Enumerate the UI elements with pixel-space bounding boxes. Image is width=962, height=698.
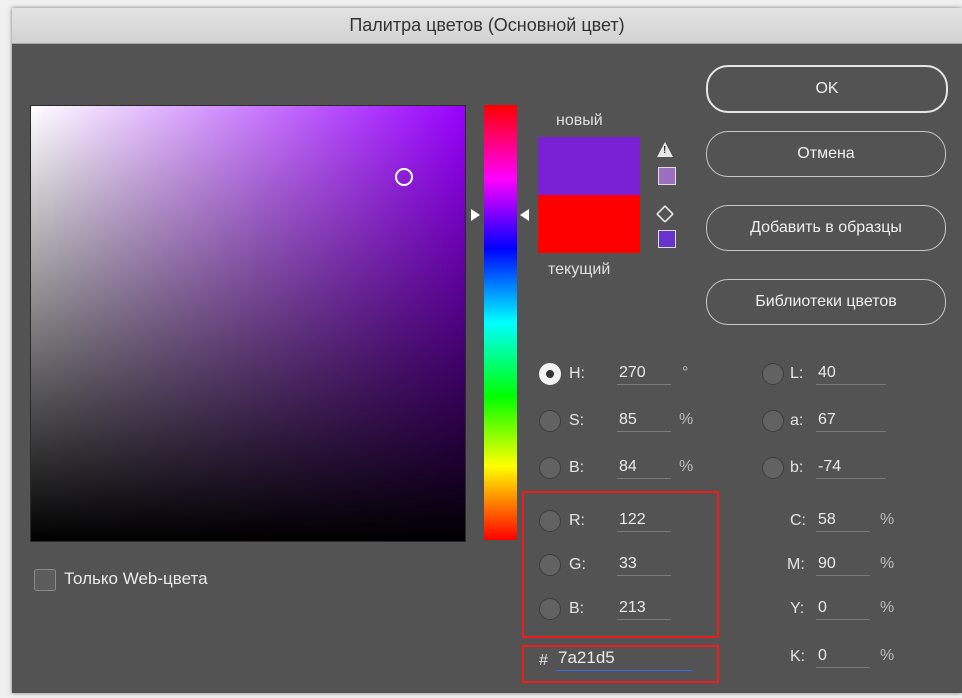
web-colors-only-checkbox[interactable]	[34, 569, 56, 591]
input-lab-b[interactable]	[816, 458, 886, 479]
color-field[interactable]	[30, 105, 466, 542]
label-s: S:	[569, 412, 585, 429]
unit-h: °	[682, 364, 689, 381]
window-title: Палитра цветов (Основной цвет)	[12, 8, 962, 44]
radio-b[interactable]	[539, 457, 561, 479]
radio-s[interactable]	[539, 410, 561, 432]
rgb-highlight-box	[522, 491, 719, 638]
label-y: Y:	[790, 600, 805, 617]
label-m: M:	[787, 556, 805, 573]
add-to-swatches-button[interactable]: Добавить в образцы	[706, 205, 946, 251]
input-s[interactable]	[617, 411, 671, 432]
current-color-swatch[interactable]	[538, 195, 640, 253]
radio-a[interactable]	[762, 410, 784, 432]
color-libraries-button[interactable]: Библиотеки цветов	[706, 279, 946, 325]
label-b: B:	[569, 459, 585, 476]
web-safe-swatch[interactable]	[658, 230, 676, 248]
hue-slider-left-arrow[interactable]	[471, 209, 480, 221]
ok-button[interactable]: OK	[706, 65, 948, 113]
new-color-swatch	[538, 137, 640, 195]
radio-lab-b[interactable]	[762, 457, 784, 479]
new-color-label: новый	[556, 112, 603, 129]
hue-slider-right-arrow[interactable]	[520, 209, 529, 221]
hue-slider[interactable]	[484, 105, 517, 540]
unit-k: %	[880, 647, 895, 664]
label-c: C:	[790, 512, 806, 529]
web-safe-cube-icon[interactable]	[655, 204, 675, 224]
label-a: a:	[790, 412, 804, 429]
gamut-correction-swatch[interactable]	[658, 167, 676, 185]
input-b[interactable]	[617, 458, 671, 479]
unit-b: %	[679, 458, 694, 475]
color-picker-dialog: Палитра цветов (Основной цвет) новый тек…	[12, 8, 962, 693]
unit-s: %	[679, 411, 694, 428]
input-m[interactable]	[816, 555, 870, 576]
unit-y: %	[880, 599, 895, 616]
unit-c: %	[880, 511, 895, 528]
input-y[interactable]	[816, 599, 870, 620]
radio-l[interactable]	[762, 363, 784, 385]
input-k[interactable]	[816, 647, 870, 668]
current-color-label: текущий	[548, 261, 611, 278]
label-k: K:	[790, 648, 806, 665]
cancel-button[interactable]: Отмена	[706, 131, 946, 177]
input-h[interactable]	[617, 364, 671, 385]
input-l[interactable]	[816, 364, 886, 385]
input-c[interactable]	[816, 511, 870, 532]
hex-highlight-box	[522, 645, 719, 683]
label-l: L:	[790, 365, 804, 382]
label-h: H:	[569, 365, 585, 382]
unit-m: %	[880, 555, 895, 572]
web-colors-only-label[interactable]: Только Web-цвета	[64, 569, 208, 589]
label-lab-b: b:	[790, 459, 804, 476]
radio-h[interactable]	[539, 363, 561, 385]
gamut-warning-icon[interactable]: !	[657, 142, 673, 157]
input-a[interactable]	[816, 411, 886, 432]
color-field-picker-handle[interactable]	[395, 168, 413, 186]
